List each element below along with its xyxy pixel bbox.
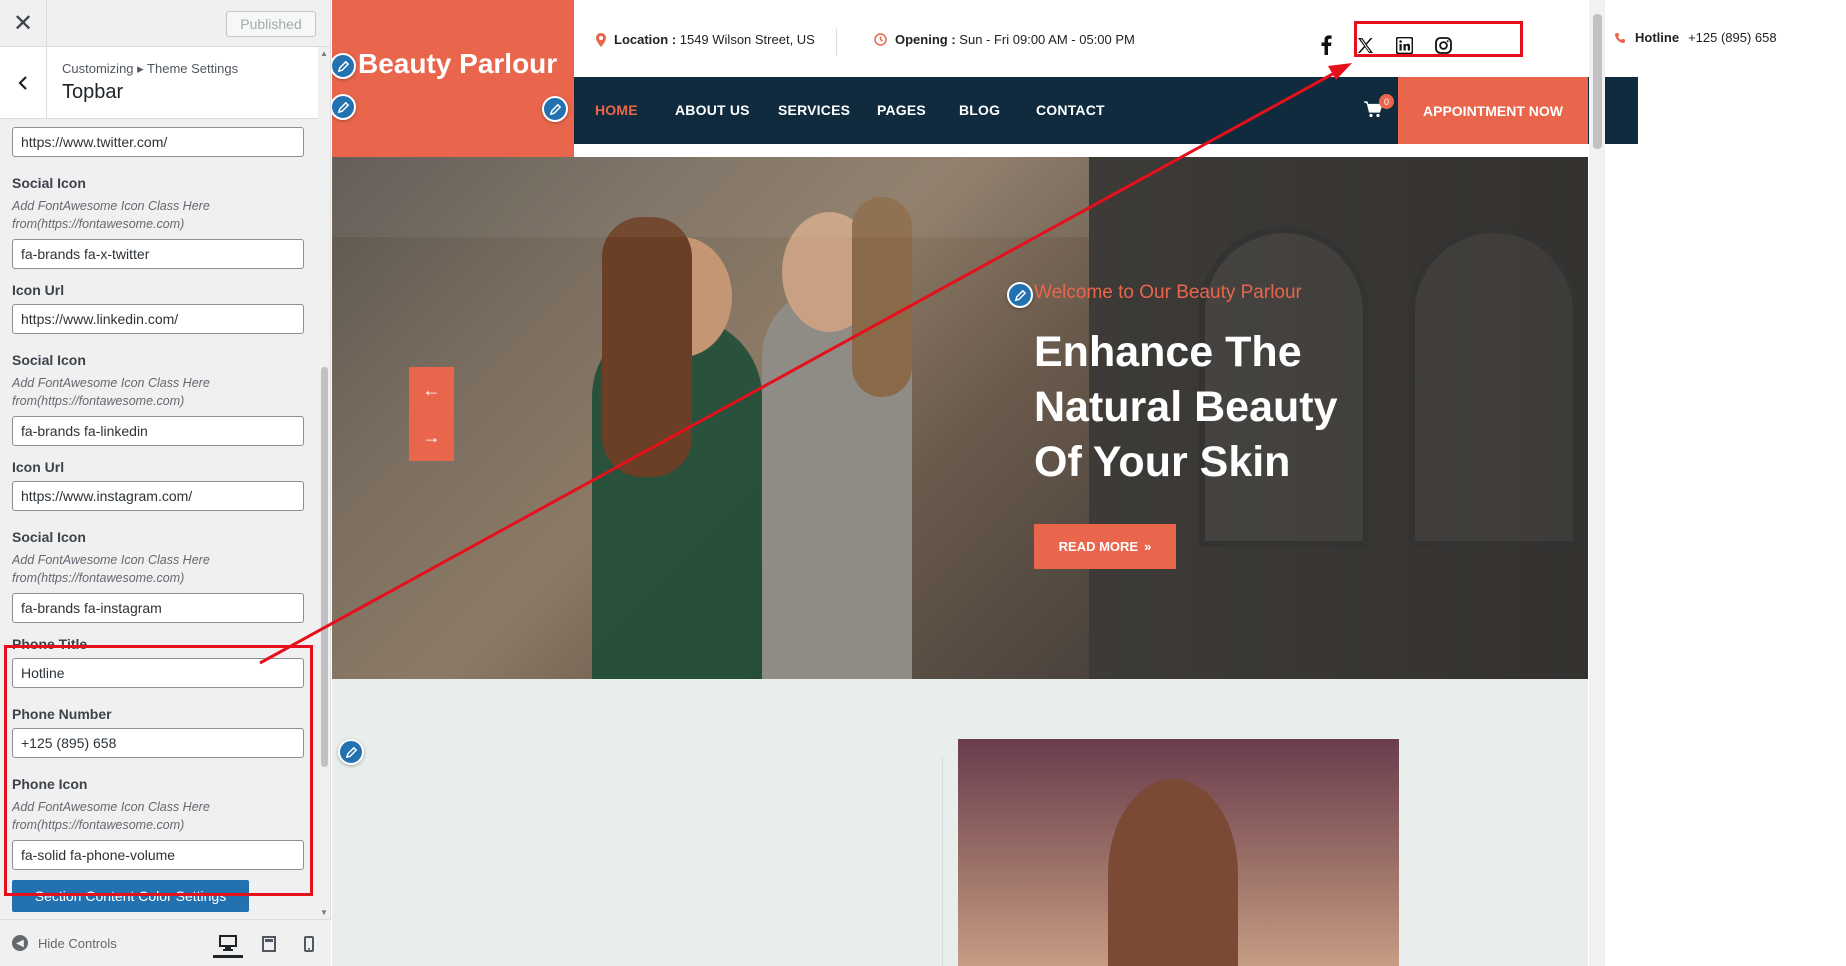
social-icon-input-twitter[interactable]: fa-brands fa-x-twitter	[12, 239, 304, 269]
instagram-url-input[interactable]: https://www.instagram.com/	[12, 481, 304, 511]
topbar-opening: Opening : Sun - Fri 09:00 AM - 05:00 PM	[874, 32, 1135, 47]
nav-contact[interactable]: CONTACT	[1036, 102, 1105, 118]
edit-shortcut-about[interactable]	[338, 739, 364, 765]
portrait-figure	[1108, 779, 1238, 966]
arrow-right-icon: →	[422, 427, 441, 447]
pencil-icon	[337, 101, 349, 113]
pencil-icon	[549, 103, 561, 115]
scroll-up-icon[interactable]: ▲	[320, 49, 328, 58]
highlight-box-phone-fields	[4, 645, 313, 896]
hotline-number: +125 (895) 658	[1688, 30, 1777, 45]
customizer-footer: ◀ Hide Controls	[0, 919, 331, 966]
customizer-header: ✕ Published	[0, 0, 330, 47]
collapse-icon: ◀	[12, 935, 28, 951]
clock-icon	[874, 33, 887, 46]
slider-prev-button[interactable]: ←	[409, 367, 454, 414]
field-description: Add FontAwesome Icon Class Here from(htt…	[12, 199, 210, 231]
social-icon-input-linkedin[interactable]: fa-brands fa-linkedin	[12, 416, 304, 446]
field-label: Icon Url	[12, 459, 65, 475]
breadcrumb: Customizing ▸ Theme Settings	[62, 61, 239, 76]
back-button[interactable]	[0, 47, 47, 118]
divider	[942, 756, 943, 966]
hero-headline: Enhance The Natural Beauty Of Your Skin	[1034, 325, 1494, 490]
field-label: Social Icon	[12, 529, 86, 545]
scrollbar-thumb[interactable]	[321, 367, 328, 767]
pencil-icon	[345, 746, 357, 758]
preview-scrollbar[interactable]	[1589, 0, 1605, 966]
slider-next-button[interactable]: →	[409, 414, 454, 461]
appointment-button[interactable]: APPOINTMENT NOW	[1398, 77, 1588, 144]
scroll-down-icon[interactable]: ▼	[320, 908, 328, 917]
location-value: 1549 Wilson Street, US	[679, 32, 815, 47]
twitter-url-input[interactable]: https://www.twitter.com/	[12, 127, 304, 157]
logo-area: Beauty Parlour	[332, 0, 574, 157]
linkedin-url-input[interactable]: https://www.linkedin.com/	[12, 304, 304, 334]
chevron-left-icon	[18, 75, 27, 90]
section-title: Topbar	[62, 81, 124, 103]
close-icon[interactable]: ✕	[0, 0, 47, 47]
hero-headline-line: Enhance The	[1034, 328, 1302, 376]
nav-blog[interactable]: BLOG	[959, 102, 1000, 118]
site-logo[interactable]: Beauty Parlour	[358, 48, 557, 80]
hero-welcome-text: Welcome to Our Beauty Parlour	[1034, 282, 1302, 303]
cart-count-badge: 0	[1379, 94, 1394, 109]
site-preview[interactable]: Beauty Parlour Location : 1549 Wilson St…	[332, 0, 1846, 966]
topbar-hotline[interactable]: Hotline +125 (895) 658	[1614, 30, 1777, 45]
publish-button[interactable]: Published	[226, 11, 316, 37]
about-image	[958, 739, 1399, 966]
field-description: Add FontAwesome Icon Class Here from(htt…	[12, 376, 210, 408]
topbar: Location : 1549 Wilson Street, US Openin…	[574, 0, 1846, 77]
field-label: Icon Url	[12, 282, 65, 298]
desktop-preview-button[interactable]	[213, 930, 243, 958]
nav-home[interactable]: HOME	[595, 102, 638, 118]
read-more-label: READ MORE	[1058, 539, 1139, 554]
hotline-label: Hotline	[1635, 30, 1680, 45]
preview-scrollbar-thumb[interactable]	[1593, 14, 1602, 149]
hide-controls-label: Hide Controls	[38, 935, 117, 951]
location-label: Location :	[614, 32, 677, 47]
tablet-preview-button[interactable]	[254, 930, 284, 958]
section-header: Customizing ▸ Theme Settings Topbar	[0, 47, 330, 119]
field-description: Add FontAwesome Icon Class Here from(htt…	[12, 553, 210, 585]
field-label: Social Icon	[12, 352, 86, 368]
desktop-icon	[219, 934, 237, 951]
edit-shortcut-slider[interactable]	[1007, 282, 1033, 308]
hide-controls-button[interactable]: ◀ Hide Controls	[12, 935, 117, 951]
social-icon-input-instagram[interactable]: fa-brands fa-instagram	[12, 593, 304, 623]
field-label: Social Icon	[12, 175, 86, 191]
phone-volume-icon	[1615, 32, 1625, 43]
sidebar-scrollbar[interactable]: ▲ ▼	[318, 47, 330, 919]
edit-shortcut-menu[interactable]	[542, 96, 568, 122]
about-section	[332, 679, 1588, 966]
facebook-icon[interactable]	[1315, 34, 1337, 56]
arrow-left-icon: ←	[422, 380, 441, 400]
opening-value: Sun - Fri 09:00 AM - 05:00 PM	[959, 32, 1135, 47]
nav-pages[interactable]: PAGES	[877, 102, 926, 118]
topbar-location: Location : 1549 Wilson Street, US	[596, 32, 815, 47]
highlight-box-hotline	[1354, 21, 1523, 57]
nav-services[interactable]: SERVICES	[778, 102, 850, 118]
mobile-icon	[304, 936, 314, 952]
mobile-preview-button[interactable]	[294, 930, 324, 958]
topbar-divider	[836, 28, 837, 56]
map-pin-icon	[596, 32, 606, 47]
double-chevron-right-icon: »	[1144, 539, 1152, 554]
hero-headline-line: Of Your Skin	[1034, 438, 1291, 486]
pencil-icon	[1014, 289, 1026, 301]
opening-label: Opening :	[895, 32, 956, 47]
pencil-icon	[337, 60, 349, 72]
nav-about-us[interactable]: ABOUT US	[675, 102, 750, 118]
read-more-button[interactable]: READ MORE »	[1034, 524, 1176, 569]
hero-headline-line: Natural Beauty	[1034, 383, 1338, 431]
tablet-icon	[262, 936, 276, 952]
